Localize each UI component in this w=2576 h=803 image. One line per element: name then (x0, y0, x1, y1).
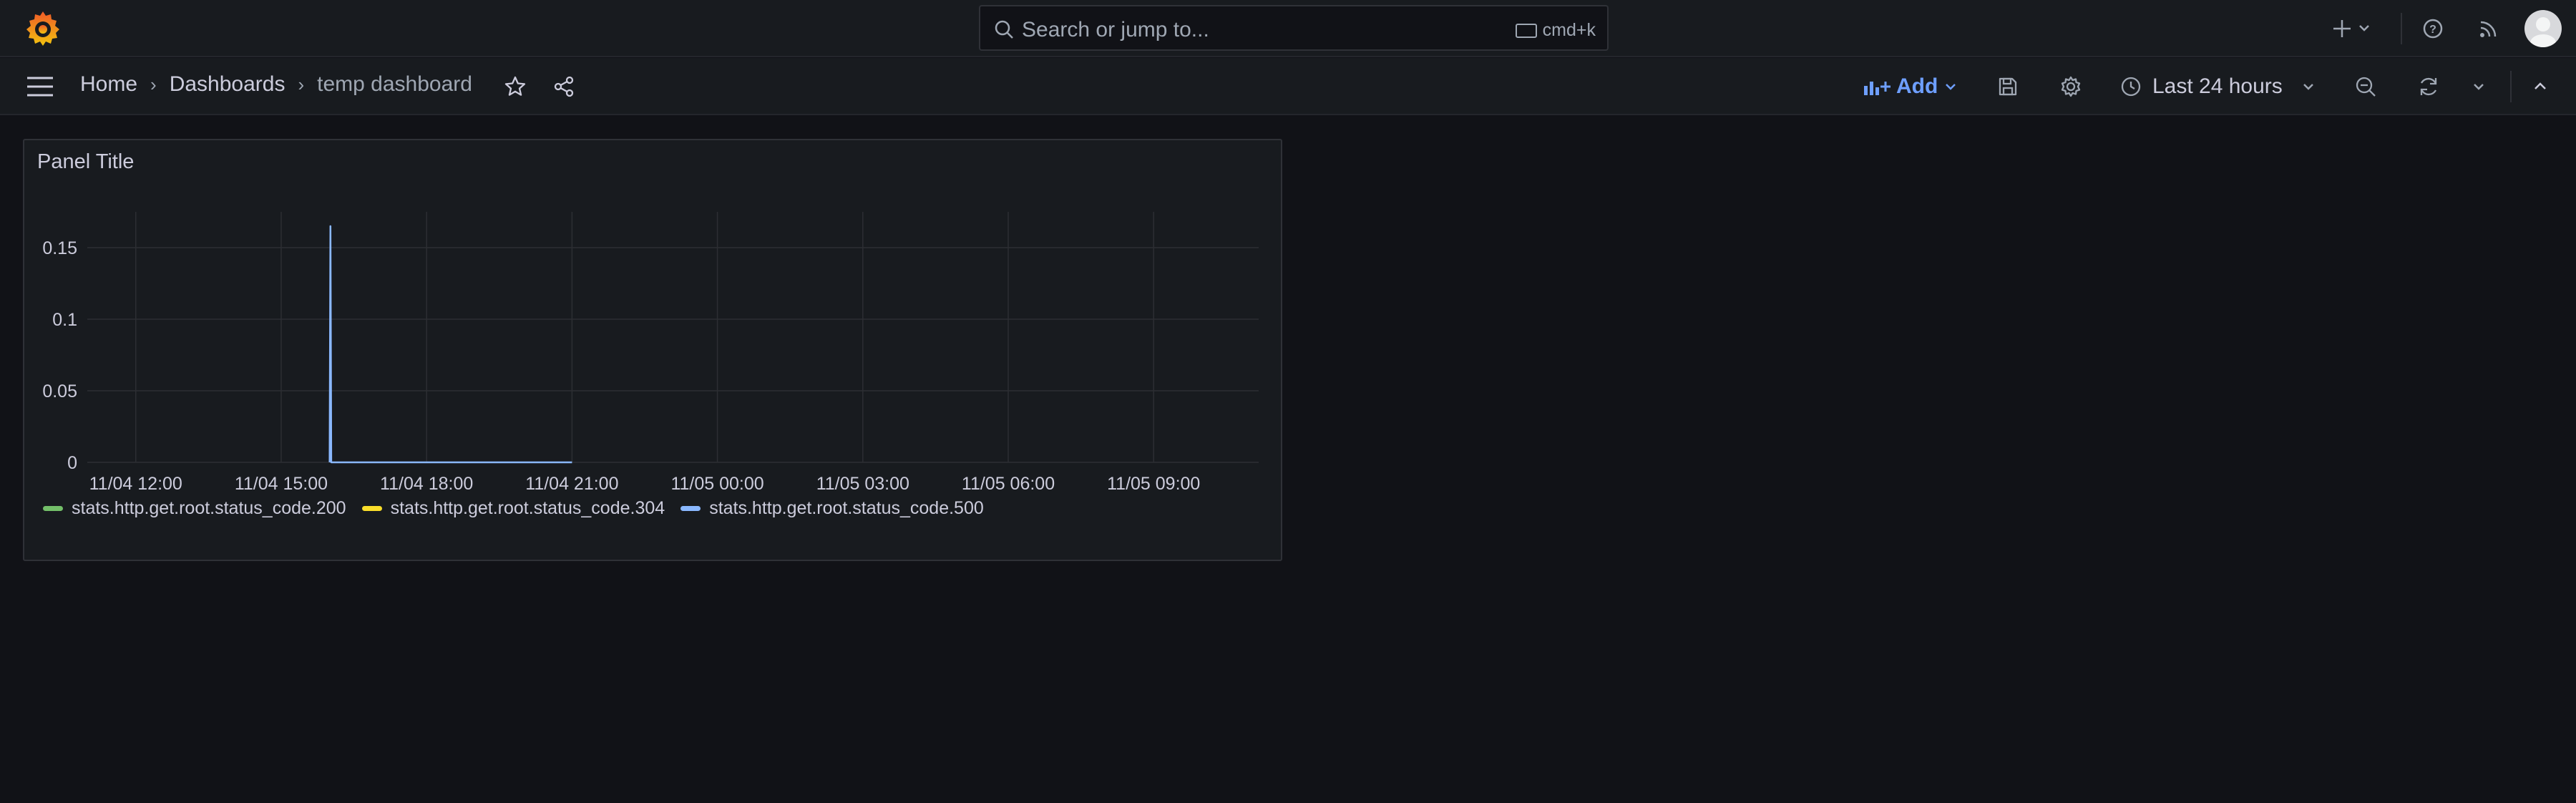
help-icon: ? (2423, 19, 2443, 39)
nav-bar: Home › Dashboards › temp dashboard Add L… (0, 58, 2576, 115)
legend-item-200[interactable]: stats.http.get.root.status_code.200 (43, 498, 346, 519)
refresh-icon (2420, 77, 2437, 96)
search-shortcut-label: cmd+k (1542, 20, 1596, 40)
x-tick-label: 11/04 21:00 (525, 474, 618, 494)
x-tick-label: 11/05 09:00 (1107, 474, 1200, 494)
graph-panel[interactable]: Panel Title 11/04 12:00 11/04 15:00 11/04 … (23, 139, 1282, 561)
new-dropdown-button[interactable] (2331, 13, 2381, 44)
save-icon (1999, 77, 2017, 96)
chevron-right-icon: › (298, 73, 305, 95)
save-button[interactable] (1992, 71, 2024, 102)
grafana-logo-icon[interactable] (23, 9, 63, 49)
settings-button[interactable] (2055, 71, 2087, 102)
y-tick-label: 0.15 (42, 238, 77, 258)
add-button-label: Add (1896, 74, 1938, 98)
series-line-2 (328, 225, 572, 464)
legend-item-500[interactable]: stats.http.get.root.status_code.500 (680, 498, 984, 519)
chevron-down-icon (2303, 84, 2313, 90)
gear-icon (2061, 76, 2081, 97)
legend-swatch-500 (680, 506, 701, 511)
legend-swatch-304 (361, 506, 382, 511)
chevron-down-icon (2474, 84, 2484, 90)
help-button[interactable]: ? (2417, 13, 2449, 44)
x-tick-label: 11/04 12:00 (89, 474, 182, 494)
legend-item-304[interactable]: stats.http.get.root.status_code.304 (361, 498, 665, 519)
legend-label-500: stats.http.get.root.status_code.500 (709, 498, 984, 518)
search-icon (995, 20, 1013, 39)
rss-icon (2480, 21, 2497, 37)
star-icon (504, 76, 526, 96)
legend-label-200: stats.http.get.root.status_code.200 (72, 498, 346, 518)
breadcrumb: Home › Dashboards › temp dashboard (80, 72, 472, 97)
chart-legend: stats.http.get.root.status_code.200 stat… (43, 498, 984, 519)
x-tick-label: 11/04 18:00 (380, 474, 473, 494)
x-tick-label: 11/04 15:00 (235, 474, 328, 494)
clock-icon (2121, 77, 2141, 97)
breadcrumb-current: temp dashboard (317, 72, 472, 96)
divider (2510, 71, 2512, 102)
svg-text:?: ? (2429, 24, 2436, 36)
legend-swatch-200 (43, 506, 63, 511)
y-tick-label: 0.05 (42, 381, 77, 402)
x-tick-label: 11/05 00:00 (670, 474, 763, 494)
top-bar: Search or jump to... cmd+k ? (0, 0, 2576, 57)
y-tick-label: 0 (67, 453, 77, 473)
zoom-out-button[interactable] (2350, 71, 2381, 102)
star-button[interactable] (499, 71, 531, 102)
add-button[interactable]: Add (1863, 71, 1958, 102)
chevron-up-icon (2534, 82, 2546, 89)
breadcrumb-dashboards[interactable]: Dashboards (170, 72, 286, 97)
news-button[interactable] (2473, 13, 2504, 44)
time-range-label: Last 24 hours (2152, 74, 2283, 98)
keyboard-icon (1515, 23, 1537, 38)
user-icon (2530, 17, 2556, 47)
legend-label-304: stats.http.get.root.status_code.304 (390, 498, 665, 518)
add-panel-icon (1864, 82, 1890, 95)
search-input[interactable]: Search or jump to... cmd+k (979, 5, 1609, 51)
x-tick-label: 11/05 03:00 (816, 474, 909, 494)
share-button[interactable] (548, 71, 580, 102)
zoom-out-icon (2356, 77, 2376, 97)
user-avatar[interactable] (2524, 10, 2562, 47)
divider (2401, 13, 2402, 44)
refresh-button[interactable] (2413, 71, 2444, 102)
chevron-down-icon (1946, 84, 1956, 90)
search-shortcut: cmd+k (1515, 20, 1596, 41)
plus-icon (2333, 20, 2369, 37)
time-range-picker[interactable]: Last 24 hours (2119, 71, 2316, 102)
chevron-right-icon: › (150, 73, 157, 95)
collapse-button[interactable] (2524, 71, 2556, 102)
menu-icon[interactable] (26, 74, 54, 99)
y-tick-label: 0.1 (52, 310, 77, 330)
search-placeholder: Search or jump to... (1022, 18, 1209, 42)
share-icon (554, 76, 574, 97)
x-tick-label: 11/05 06:00 (962, 474, 1055, 494)
refresh-interval-button[interactable] (2463, 71, 2494, 102)
breadcrumb-home[interactable]: Home (80, 72, 137, 97)
